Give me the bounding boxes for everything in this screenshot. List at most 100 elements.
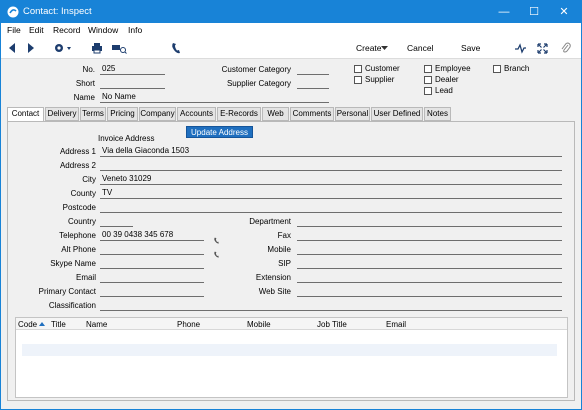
menu-edit[interactable]: Edit xyxy=(29,25,44,35)
grid-header: Code Title Name Phone Mobile Job Title E… xyxy=(16,318,567,330)
dealer-checkbox[interactable] xyxy=(424,76,432,84)
tab-user-defined[interactable]: User Defined xyxy=(371,107,423,121)
primary-contact-field[interactable] xyxy=(100,286,204,297)
previous-record-icon[interactable] xyxy=(8,42,16,54)
employee-checkbox-label: Employee xyxy=(435,64,471,73)
column-header-email[interactable]: Email xyxy=(386,320,406,329)
classification-field[interactable] xyxy=(100,300,562,311)
column-header-mobile[interactable]: Mobile xyxy=(247,320,271,329)
column-header-job-title[interactable]: Job Title xyxy=(317,320,347,329)
tab-personal[interactable]: Personal xyxy=(335,107,370,121)
tab-accounts[interactable]: Accounts xyxy=(177,107,216,121)
gear-icon[interactable] xyxy=(53,42,73,54)
employee-checkbox[interactable] xyxy=(424,65,432,73)
short-field[interactable] xyxy=(100,78,165,89)
column-header-phone[interactable]: Phone xyxy=(177,320,200,329)
email-field[interactable] xyxy=(100,272,204,283)
create-button[interactable]: Create xyxy=(356,43,382,53)
lead-checkbox[interactable] xyxy=(424,87,432,95)
customer-category-field[interactable] xyxy=(297,64,329,75)
county-field[interactable]: TV xyxy=(100,188,562,199)
title-bar: Contact: Inspect — ☐ ✕ xyxy=(1,1,581,23)
dial-alt-phone-icon[interactable] xyxy=(213,251,220,258)
dial-telephone-icon[interactable] xyxy=(213,237,220,244)
menu-file[interactable]: File xyxy=(7,25,21,35)
primary-contact-label: Primary Contact xyxy=(38,287,96,296)
tab-web[interactable]: Web xyxy=(262,107,289,121)
telephone-label: Telephone xyxy=(59,231,96,240)
address1-field[interactable]: Via della Giaconda 1503 xyxy=(100,146,562,157)
department-field[interactable] xyxy=(297,216,562,227)
phone-icon[interactable] xyxy=(171,42,181,54)
close-button[interactable]: ✕ xyxy=(549,1,579,23)
website-label: Web Site xyxy=(258,287,291,296)
menu-record[interactable]: Record xyxy=(53,25,80,35)
table-row[interactable] xyxy=(22,344,557,356)
fax-field[interactable] xyxy=(297,230,562,241)
print-icon[interactable] xyxy=(91,42,103,54)
supplier-category-field[interactable] xyxy=(297,78,329,89)
alt-phone-field[interactable] xyxy=(100,244,204,255)
supplier-checkbox[interactable] xyxy=(354,76,362,84)
dealer-checkbox-label: Dealer xyxy=(435,75,459,84)
customer-category-label: Customer Category xyxy=(221,65,291,74)
expand-icon[interactable] xyxy=(537,42,548,54)
cancel-button[interactable]: Cancel xyxy=(407,43,433,53)
department-label: Department xyxy=(249,217,291,226)
invoice-address-label: Invoice Address xyxy=(98,134,155,143)
extension-field[interactable] xyxy=(297,272,562,283)
tab-e-records[interactable]: E-Records xyxy=(217,107,261,121)
extension-label: Extension xyxy=(255,273,291,282)
website-field[interactable] xyxy=(297,286,562,297)
attachment-icon[interactable] xyxy=(561,42,571,54)
activity-icon[interactable] xyxy=(515,42,526,54)
column-header-code[interactable]: Code xyxy=(18,320,37,329)
tab-pricing[interactable]: Pricing xyxy=(107,107,138,121)
email-label: Email xyxy=(75,273,96,282)
column-header-title[interactable]: Title xyxy=(51,320,66,329)
lead-checkbox-label: Lead xyxy=(435,86,453,95)
tab-delivery[interactable]: Delivery xyxy=(45,107,79,121)
tab-notes[interactable]: Notes xyxy=(424,107,451,121)
contacts-grid[interactable]: Code Title Name Phone Mobile Job Title E… xyxy=(15,317,568,398)
skype-name-field[interactable] xyxy=(100,258,204,269)
print-preview-icon[interactable] xyxy=(111,42,127,54)
customer-checkbox[interactable] xyxy=(354,65,362,73)
mobile-field[interactable] xyxy=(297,244,562,255)
country-field[interactable] xyxy=(100,216,133,227)
toolbar: Create Cancel Save xyxy=(1,37,581,59)
supplier-category-label: Supplier Category xyxy=(226,79,291,88)
tab-company[interactable]: Company xyxy=(139,107,176,121)
menu-info[interactable]: Info xyxy=(128,25,142,35)
sip-field[interactable] xyxy=(297,258,562,269)
postcode-field[interactable] xyxy=(100,202,562,213)
update-address-button[interactable]: Update Address xyxy=(186,126,253,138)
telephone-field[interactable]: 00 39 0438 345 678 xyxy=(100,230,204,241)
next-record-icon[interactable] xyxy=(27,42,35,54)
name-field[interactable]: No Name xyxy=(100,92,329,103)
country-label: Country xyxy=(67,217,96,226)
postcode-label: Postcode xyxy=(62,203,96,212)
tab-terms[interactable]: Terms xyxy=(80,107,106,121)
sort-ascending-icon xyxy=(39,322,45,326)
app-logo-icon xyxy=(7,6,19,18)
maximize-button[interactable]: ☐ xyxy=(519,1,549,23)
branch-checkbox[interactable] xyxy=(493,65,501,73)
column-header-name[interactable]: Name xyxy=(86,320,107,329)
address2-label: Address 2 xyxy=(59,161,96,170)
save-button[interactable]: Save xyxy=(461,43,480,53)
address2-field[interactable] xyxy=(100,160,562,171)
classification-label: Classification xyxy=(48,301,96,310)
customer-checkbox-label: Customer xyxy=(365,64,400,73)
minimize-button[interactable]: — xyxy=(489,1,519,23)
fax-label: Fax xyxy=(277,231,291,240)
menu-bar: File Edit Record Window Info xyxy=(1,23,581,37)
no-field[interactable]: 025 xyxy=(100,64,165,75)
tab-comments[interactable]: Comments xyxy=(290,107,334,121)
city-field[interactable]: Veneto 31029 xyxy=(100,174,562,185)
sip-label: SIP xyxy=(278,259,291,268)
tab-contact[interactable]: Contact xyxy=(7,107,44,122)
no-label: No. xyxy=(82,65,95,74)
menu-window[interactable]: Window xyxy=(88,25,118,35)
chevron-down-icon[interactable] xyxy=(381,46,388,51)
